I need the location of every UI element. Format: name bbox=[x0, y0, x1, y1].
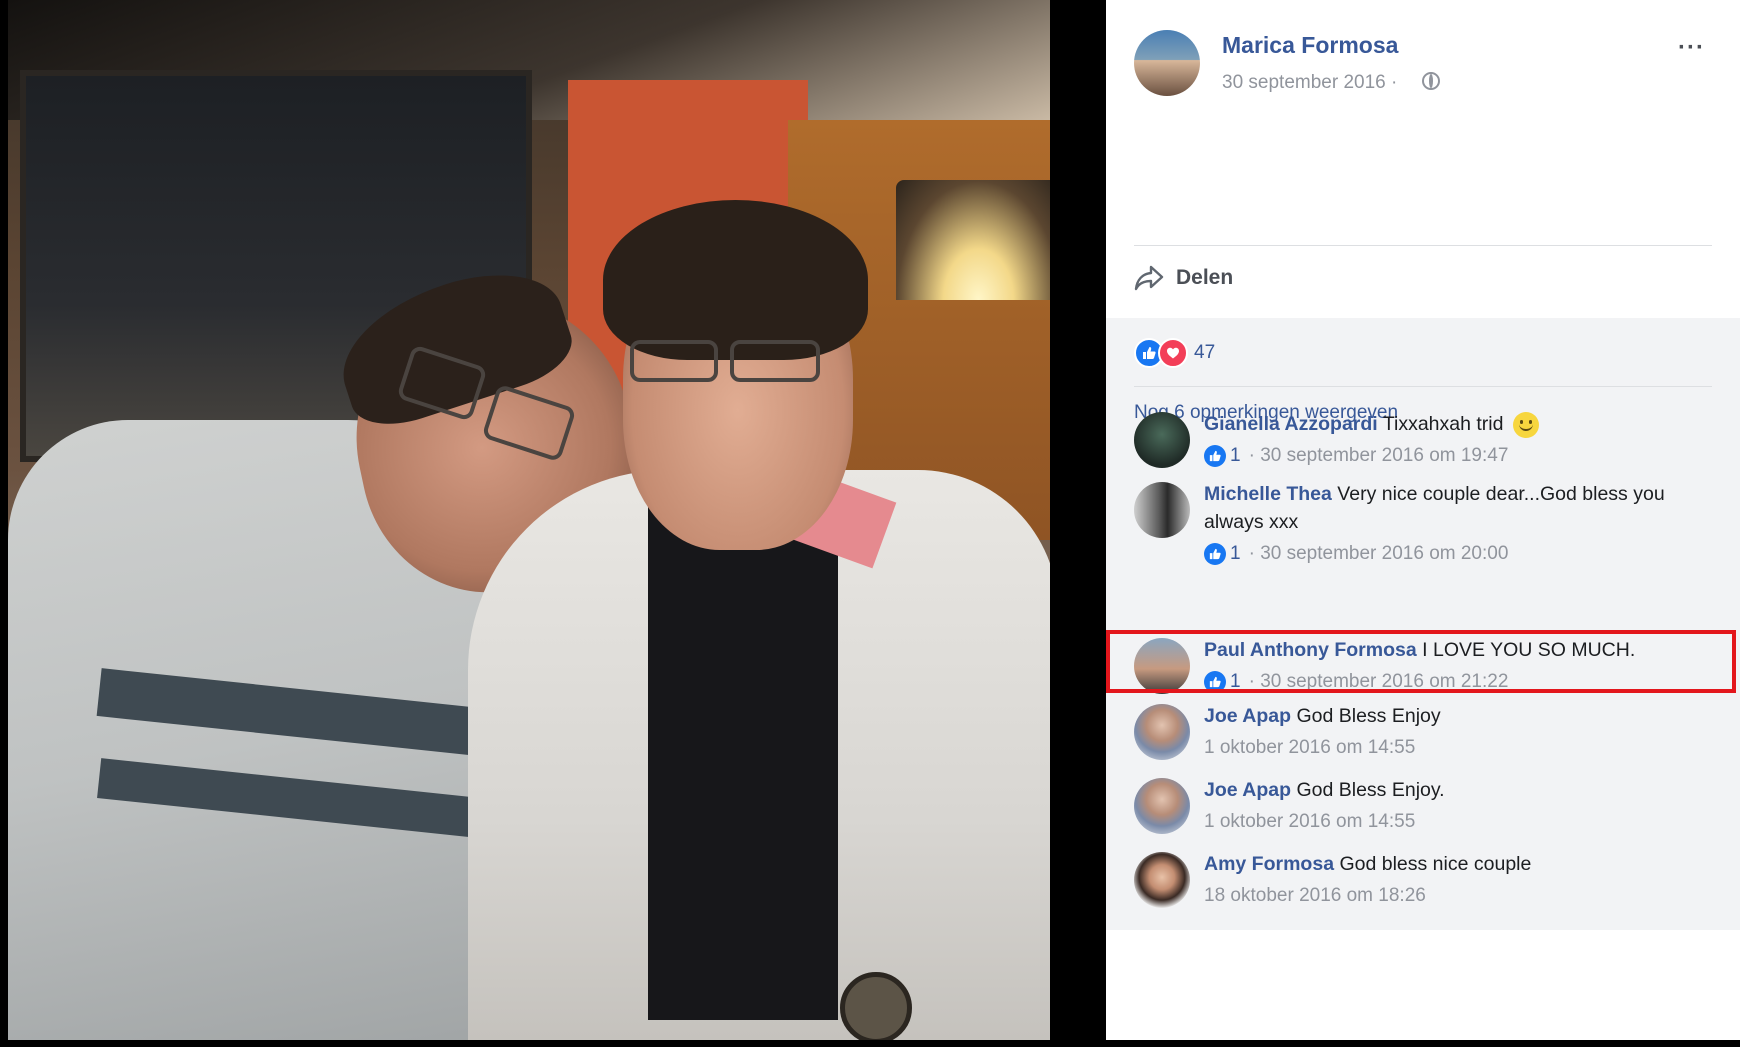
commenter-name[interactable]: Paul Anthony Formosa bbox=[1204, 639, 1417, 661]
commenter-name[interactable]: Michelle Thea bbox=[1204, 483, 1332, 505]
comment-timestamp[interactable]: 30 september 2016 om 19:47 bbox=[1260, 442, 1508, 470]
comment-meta: 1 · 30 september 2016 om 21:22 bbox=[1204, 668, 1724, 696]
divider bbox=[1134, 245, 1712, 246]
comment-text: God Bless Enjoy. bbox=[1296, 779, 1445, 801]
more-options-icon[interactable]: ··· bbox=[1678, 34, 1705, 62]
commenter-avatar[interactable] bbox=[1134, 638, 1190, 694]
smile-emoji-icon bbox=[1512, 411, 1539, 438]
comment-timestamp[interactable]: 1 oktober 2016 om 14:55 bbox=[1204, 808, 1415, 836]
comment-meta: 18 oktober 2016 om 18:26 bbox=[1204, 882, 1724, 910]
feedback-section: 47 Nog 6 opmerkingen weergeven Gianella … bbox=[1106, 318, 1740, 930]
photo-lamp bbox=[896, 180, 1050, 300]
comment-timestamp[interactable]: 30 september 2016 om 21:22 bbox=[1260, 668, 1508, 696]
comment-text: God bless nice couple bbox=[1339, 853, 1532, 875]
commenter-avatar[interactable] bbox=[1134, 852, 1190, 908]
photo-woman-shirt bbox=[648, 500, 838, 1020]
post-header: Marica Formosa 30 september 2016 · ··· D… bbox=[1106, 0, 1740, 320]
commenter-avatar[interactable] bbox=[1134, 704, 1190, 760]
separator: · bbox=[1248, 671, 1261, 692]
comment-timestamp[interactable]: 1 oktober 2016 om 14:55 bbox=[1204, 734, 1415, 762]
commenter-avatar[interactable] bbox=[1134, 778, 1190, 834]
commenter-name[interactable]: Amy Formosa bbox=[1204, 853, 1334, 875]
like-reaction-icon bbox=[1204, 671, 1226, 693]
globe-icon bbox=[1422, 72, 1440, 90]
commenter-name[interactable]: Gianella Azzopardi bbox=[1204, 413, 1378, 435]
separator: · bbox=[1248, 543, 1261, 564]
like-reaction-icon bbox=[1204, 543, 1226, 565]
photo-woman-glasses bbox=[630, 340, 718, 382]
reaction-count: 47 bbox=[1194, 342, 1216, 363]
commenter-name[interactable]: Joe Apap bbox=[1204, 779, 1291, 801]
comment-timestamp[interactable]: 30 september 2016 om 20:00 bbox=[1260, 540, 1508, 568]
love-reaction-icon bbox=[1158, 338, 1188, 368]
separator: · bbox=[1248, 445, 1261, 466]
comment-text: Tixxahxah trid bbox=[1382, 413, 1504, 435]
comment-meta: 1 · 30 september 2016 om 19:47 bbox=[1204, 442, 1724, 470]
comment-like-count[interactable]: 1 bbox=[1230, 540, 1241, 568]
author-name[interactable]: Marica Formosa bbox=[1222, 32, 1398, 59]
comment-meta: 1 oktober 2016 om 14:55 bbox=[1204, 734, 1724, 762]
post-photo[interactable] bbox=[8, 0, 1050, 1040]
share-icon bbox=[1134, 265, 1164, 291]
photo-watch bbox=[840, 972, 912, 1040]
comment-timestamp[interactable]: 18 oktober 2016 om 18:26 bbox=[1204, 882, 1426, 910]
commenter-avatar[interactable] bbox=[1134, 412, 1190, 468]
share-label: Delen bbox=[1176, 266, 1234, 289]
photo-woman-glasses bbox=[730, 340, 820, 382]
post-date[interactable]: 30 september 2016 · bbox=[1222, 72, 1397, 94]
author-avatar[interactable] bbox=[1134, 30, 1200, 96]
comment-text: I LOVE YOU SO MUCH. bbox=[1422, 639, 1636, 661]
like-reaction-icon bbox=[1204, 445, 1226, 467]
reactions-summary[interactable]: 47 bbox=[1134, 338, 1215, 368]
comment-meta: 1 oktober 2016 om 14:55 bbox=[1204, 808, 1724, 836]
comment-text: God Bless Enjoy bbox=[1296, 705, 1441, 727]
photo-frame bbox=[0, 0, 1106, 1047]
photo-woman-hair bbox=[603, 200, 868, 360]
divider bbox=[1134, 386, 1712, 387]
share-button[interactable]: Delen bbox=[1134, 264, 1233, 292]
comment-like-count[interactable]: 1 bbox=[1230, 442, 1241, 470]
commenter-avatar[interactable] bbox=[1134, 482, 1190, 538]
comment-meta: 1 · 30 september 2016 om 20:00 bbox=[1204, 540, 1724, 568]
post-panel: Marica Formosa 30 september 2016 · ··· D… bbox=[1106, 0, 1740, 1040]
commenter-name[interactable]: Joe Apap bbox=[1204, 705, 1291, 727]
comment-like-count[interactable]: 1 bbox=[1230, 668, 1241, 696]
